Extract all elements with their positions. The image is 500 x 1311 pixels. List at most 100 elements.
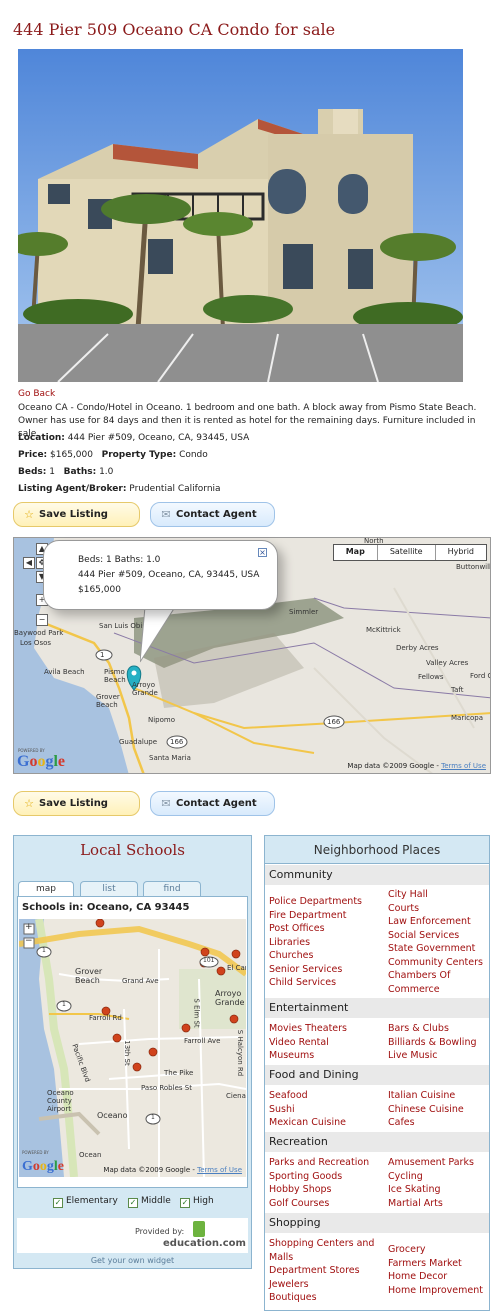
place-link[interactable]: Jewelers (269, 1278, 374, 1292)
tab-map[interactable]: map (18, 881, 74, 897)
place-link[interactable]: Amusement Parks (388, 1156, 474, 1170)
checkbox-checked-icon[interactable]: ✓ (53, 1198, 63, 1208)
place-link[interactable]: Cycling (388, 1170, 474, 1184)
provided-by-box: Provided by: education.com (17, 1218, 248, 1253)
place-link[interactable]: Shopping Centers and (269, 1237, 374, 1251)
place-link[interactable]: State Government (388, 942, 483, 956)
schools-map[interactable]: 101 1 1 1 + − Grover Beach Grand Ave Arr… (19, 919, 246, 1177)
place-link[interactable]: Commerce (388, 983, 483, 997)
place-link[interactable]: Boutiques (269, 1291, 374, 1305)
place-link[interactable]: Courts (388, 902, 483, 916)
google-logo[interactable]: Google (22, 1159, 64, 1175)
star-icon: ☆ (24, 508, 34, 521)
close-icon[interactable]: × (258, 548, 267, 557)
place-link[interactable]: Department Stores (269, 1264, 374, 1278)
place-link[interactable]: Senior Services (269, 963, 362, 977)
place-link[interactable]: Cafes (388, 1116, 464, 1130)
place-link[interactable]: Churches (269, 949, 362, 963)
save-listing-button[interactable]: ☆ Save Listing (13, 502, 140, 527)
map-type-map-button[interactable]: Map (334, 545, 377, 560)
place-link[interactable]: Chinese Cuisine (388, 1103, 464, 1117)
place-link[interactable]: Sporting Goods (269, 1170, 369, 1184)
place-link[interactable]: Museums (269, 1049, 347, 1063)
place-link[interactable]: Italian Cuisine (388, 1089, 464, 1103)
place-link[interactable]: Social Services (388, 929, 483, 943)
place-link[interactable]: Post Offices (269, 922, 362, 936)
terms-of-use-link[interactable]: Terms of Use (197, 1166, 242, 1174)
baths-value: 1.0 (99, 467, 114, 477)
legend-high[interactable]: ✓ High (180, 1196, 214, 1208)
star-icon: ☆ (24, 797, 34, 810)
place-link[interactable]: Malls (269, 1251, 374, 1265)
education-logo-icon[interactable] (193, 1221, 205, 1237)
place-link[interactable]: City Hall (388, 888, 483, 902)
checkbox-checked-icon[interactable]: ✓ (180, 1198, 190, 1208)
place-link[interactable]: Law Enforcement (388, 915, 483, 929)
contact-agent-button[interactable]: ✉ Contact Agent (150, 502, 275, 527)
get-widget-link[interactable]: Get your own widget (13, 1256, 252, 1265)
entertainment-left-links: Movies Theaters Video Rental Museums (269, 1022, 347, 1063)
recreation-left-links: Parks and Recreation Sporting Goods Hobb… (269, 1156, 369, 1210)
map-place: Paso Robles St (141, 1084, 192, 1092)
terms-of-use-link[interactable]: Terms of Use (441, 762, 486, 770)
place-link[interactable]: Libraries (269, 936, 362, 950)
place-link[interactable]: Golf Courses (269, 1197, 369, 1211)
category-entertainment: Entertainment (265, 998, 489, 1018)
place-link[interactable]: Ice Skating (388, 1183, 474, 1197)
place-link[interactable]: Live Music (388, 1049, 477, 1063)
tab-list[interactable]: list (80, 881, 138, 896)
map-place: Avila Beach (44, 668, 85, 676)
place-link[interactable]: Grocery (388, 1243, 483, 1257)
save-listing-button[interactable]: ☆ Save Listing (13, 791, 140, 816)
pan-left-control[interactable]: ◀ (23, 557, 35, 569)
place-link[interactable]: Child Services (269, 976, 362, 990)
map-type-selector: Map Satellite Hybrid (332, 544, 487, 561)
google-logo[interactable]: Google (17, 753, 65, 771)
place-link[interactable]: Parks and Recreation (269, 1156, 369, 1170)
provider-logo-text[interactable]: education.com (163, 1238, 246, 1249)
zoom-in-control[interactable]: + (25, 922, 33, 932)
place-link[interactable]: Chambers Of (388, 969, 483, 983)
location-label: Location: (18, 433, 65, 443)
place-link[interactable]: Mexican Cuisine (269, 1116, 346, 1130)
place-link[interactable]: Billiards & Bowling (388, 1036, 477, 1050)
place-link[interactable]: Farmers Market (388, 1257, 483, 1271)
legend-elementary[interactable]: ✓ Elementary (53, 1196, 118, 1208)
place-link[interactable]: Martial Arts (388, 1197, 474, 1211)
map-place: Farroll Rd (89, 1014, 122, 1022)
go-back-link[interactable]: Go Back (18, 389, 55, 399)
shopping-right-links: Grocery Farmers Market Home Decor Home I… (388, 1243, 483, 1297)
beds-label: Beds: (18, 467, 47, 477)
place-link[interactable]: Hobby Shops (269, 1183, 369, 1197)
checkbox-checked-icon[interactable]: ✓ (128, 1198, 138, 1208)
map-place: S Elm St (192, 998, 201, 1028)
tab-find[interactable]: find (143, 881, 201, 896)
zoom-out-control[interactable]: − (36, 614, 48, 626)
place-link[interactable]: Community Centers (388, 956, 483, 970)
route-shield: 1 (100, 651, 105, 659)
legend-middle[interactable]: ✓ Middle (128, 1196, 171, 1208)
local-schools-title: Local Schools (80, 841, 185, 859)
place-link[interactable]: Video Rental (269, 1036, 347, 1050)
agent-line: Listing Agent/Broker: Prudential Califor… (18, 484, 221, 494)
map-type-hybrid-button[interactable]: Hybrid (434, 545, 486, 560)
place-link[interactable]: Seafood (269, 1089, 346, 1103)
route-shield: 1 (62, 1001, 66, 1008)
price-line: Price: $165,000 Property Type: Condo (18, 450, 208, 460)
place-link[interactable]: Bars & Clubs (388, 1022, 477, 1036)
place-link[interactable]: Home Improvement (388, 1284, 483, 1298)
map-place: Derby Acres (396, 644, 439, 652)
place-link[interactable]: Movies Theaters (269, 1022, 347, 1036)
place-link[interactable]: Sushi (269, 1103, 346, 1117)
bubble-price: $165,000 (78, 585, 121, 595)
place-link[interactable]: Fire Department (269, 909, 362, 923)
map-place: Arroyo Grande (132, 681, 158, 697)
route-shield: 166 (170, 738, 184, 746)
zoom-out-control[interactable]: − (25, 936, 33, 946)
place-link[interactable]: Home Decor (388, 1270, 483, 1284)
community-right-links: City Hall Courts Law Enforcement Social … (388, 888, 483, 996)
map-type-satellite-button[interactable]: Satellite (376, 545, 435, 560)
map-place: S Halcyon Rd (236, 1029, 245, 1077)
contact-agent-button[interactable]: ✉ Contact Agent (150, 791, 275, 816)
place-link[interactable]: Police Departments (269, 895, 362, 909)
